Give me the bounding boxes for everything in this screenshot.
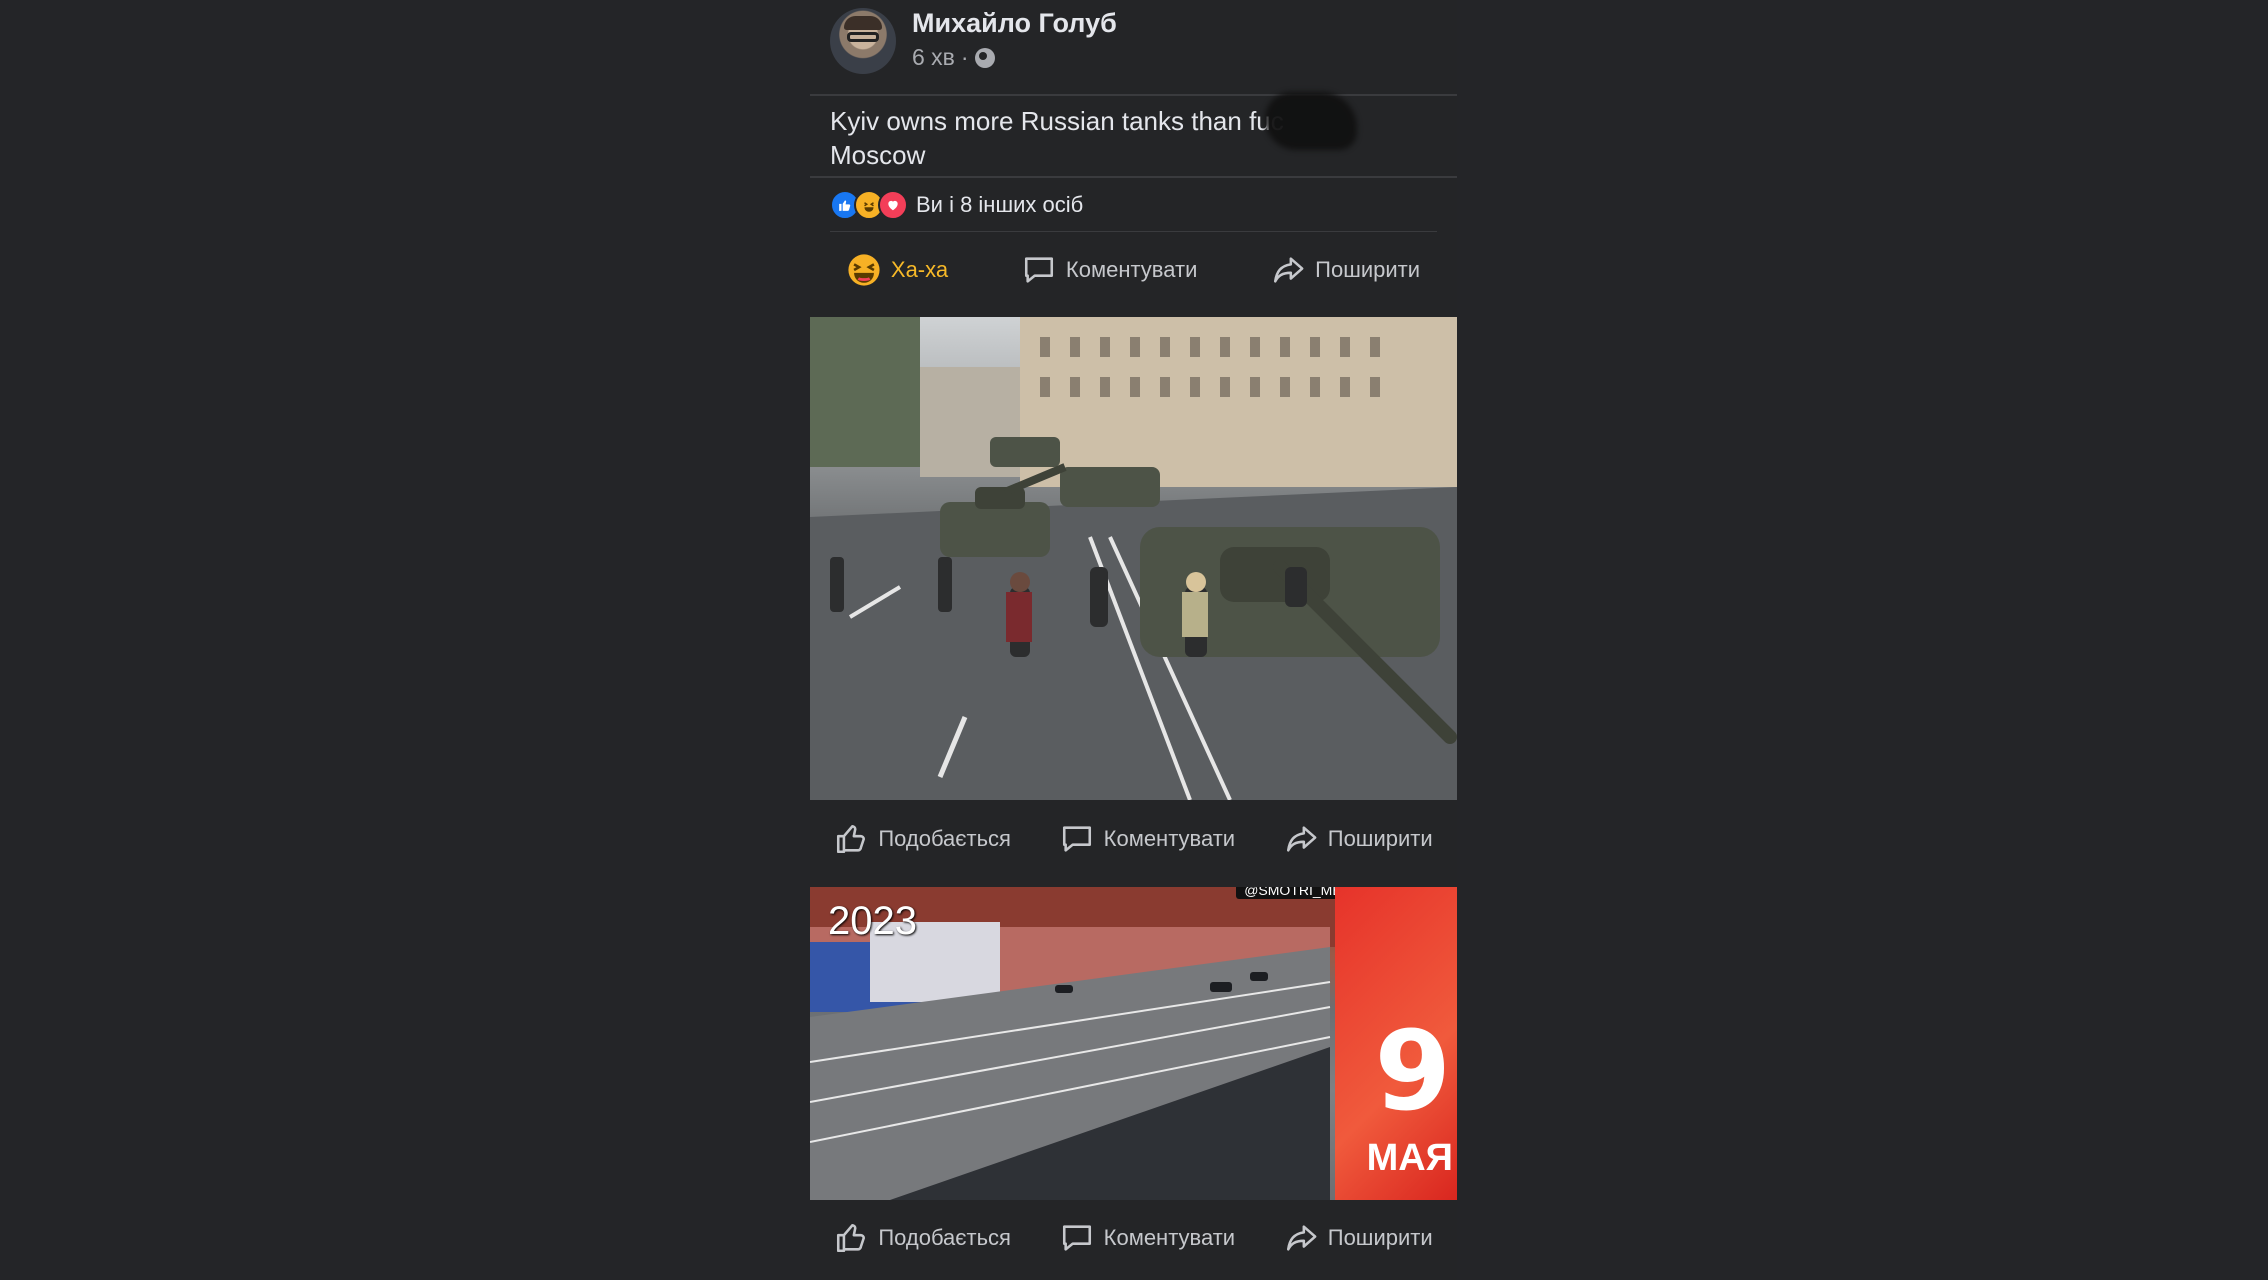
comment-button[interactable]: Коментувати <box>1060 822 1235 856</box>
avatar[interactable] <box>830 8 896 74</box>
like-label: Подобається <box>878 1225 1011 1250</box>
share-button[interactable]: Поширити <box>1284 1221 1433 1255</box>
year-label: 2023 <box>828 899 917 943</box>
reactions-summary[interactable]: Ви і 8 інших осіб <box>830 190 1083 220</box>
post-photo-kyiv-tanks[interactable] <box>810 317 1457 800</box>
author-name[interactable]: Михайло Голуб <box>912 8 1117 39</box>
post-action-bar: Ха-ха Коментувати Поширити <box>810 240 1457 300</box>
thumbs-up-icon <box>837 824 866 854</box>
avatar-glasses <box>847 32 879 42</box>
comment-button[interactable]: Коментувати <box>1022 253 1197 287</box>
comment-label: Коментувати <box>1065 257 1198 282</box>
meta-separator: · <box>960 44 969 70</box>
share-button[interactable]: Поширити <box>1284 822 1433 856</box>
share-label: Поширити <box>1327 1225 1433 1250</box>
reactions-text: Ви і 8 інших осіб <box>916 192 1084 217</box>
share-button[interactable]: Поширити <box>1271 253 1420 287</box>
redaction-scribble <box>1265 92 1357 150</box>
like-button[interactable]: Подобається <box>834 822 1011 856</box>
photo1-action-bar: Подобається Коментувати Поширити <box>810 809 1457 869</box>
comment-button[interactable]: Коментувати <box>1060 1221 1235 1255</box>
haha-button[interactable]: Ха-ха <box>847 253 948 287</box>
post-meta: 6 хв · <box>912 44 995 71</box>
banner-word: МАЯ <box>1366 1137 1453 1179</box>
share-label: Поширити <box>1315 257 1421 282</box>
divider <box>830 231 1437 232</box>
comment-label: Коментувати <box>1103 1225 1236 1250</box>
kyiv-tanks-image <box>810 317 1457 800</box>
comment-icon <box>1062 826 1091 852</box>
share-icon <box>1274 257 1304 283</box>
comment-icon <box>1024 257 1053 283</box>
victory-day-banner: 9 МАЯ <box>1335 887 1457 1200</box>
like-label: Подобається <box>878 826 1011 851</box>
like-button[interactable]: Подобається <box>834 1221 1011 1255</box>
photo2-action-bar: Подобається Коментувати Поширити <box>810 1208 1457 1268</box>
banner-number: 9 <box>1374 1007 1451 1135</box>
post-time[interactable]: 6 хв <box>912 44 955 71</box>
divider <box>810 94 1457 96</box>
share-icon <box>1286 826 1317 852</box>
love-reaction-icon <box>878 190 908 220</box>
globe-icon <box>974 47 995 68</box>
comment-label: Коментувати <box>1103 826 1236 851</box>
share-icon <box>1286 1225 1317 1251</box>
haha-label: Ха-ха <box>890 257 949 282</box>
divider <box>810 176 1457 178</box>
haha-emoji-icon <box>848 254 880 286</box>
thumbs-up-icon <box>837 1223 866 1253</box>
share-label: Поширити <box>1327 826 1433 851</box>
post-header: Михайло Голуб 6 хв · <box>830 8 1430 78</box>
post-card: Михайло Голуб 6 хв · Kyiv owns more Russ… <box>810 0 1457 1280</box>
comment-icon <box>1062 1225 1091 1251</box>
post-photo-moscow-parade[interactable]: 2023 @SMOTRI_MEDIA 9 МАЯ <box>810 887 1457 1200</box>
avatar-hair <box>844 16 882 30</box>
